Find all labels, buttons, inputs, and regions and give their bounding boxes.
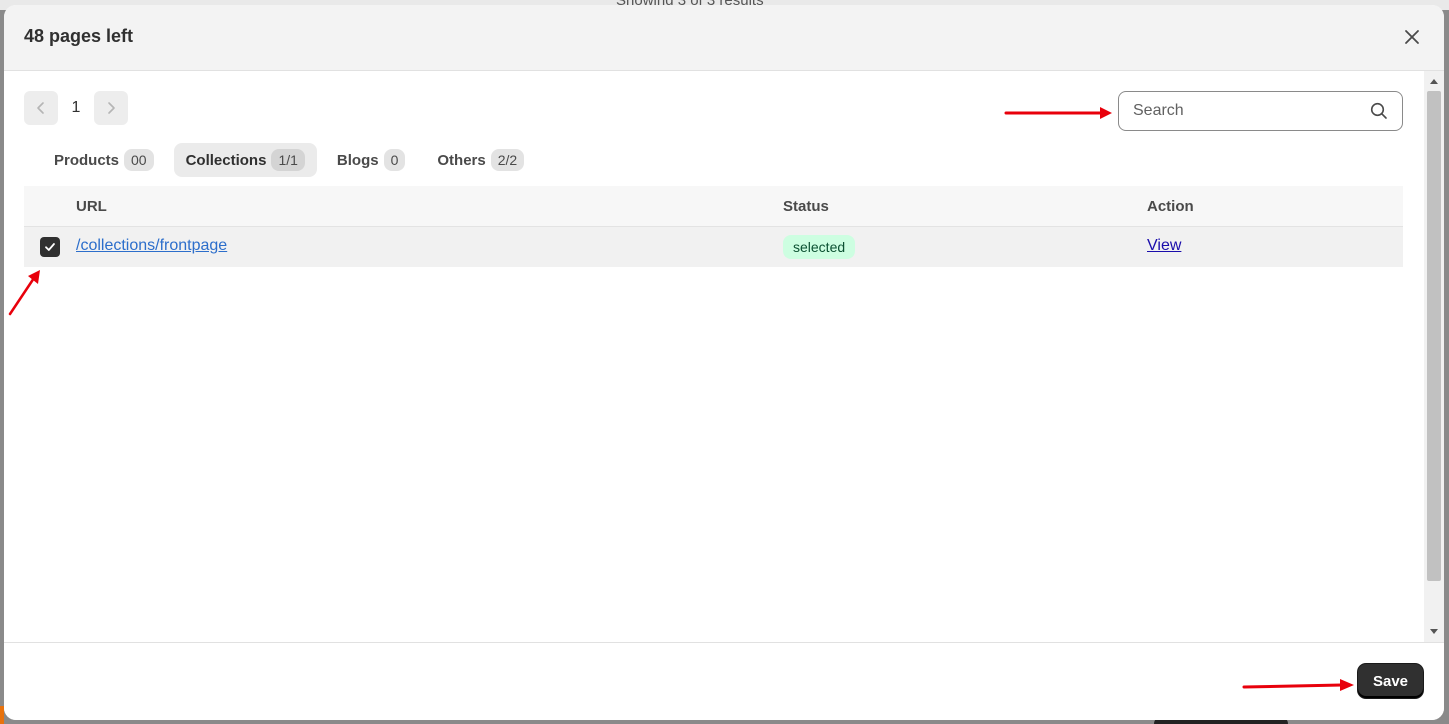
scroll-up-icon[interactable]: [1430, 79, 1438, 84]
scroll-down-icon[interactable]: [1430, 629, 1438, 634]
tab-blogs[interactable]: Blogs 0: [325, 143, 417, 177]
tab-products[interactable]: Products 00: [42, 143, 166, 177]
annotation-arrow-search: [1004, 107, 1112, 119]
search-input[interactable]: [1133, 102, 1370, 120]
search-field[interactable]: [1118, 91, 1403, 131]
current-page-number: 1: [71, 99, 81, 116]
tab-label: Blogs: [336, 151, 379, 169]
tab-count-badge: 00: [124, 149, 154, 171]
tab-label: Products: [54, 151, 120, 169]
table-row: /collections/frontpage selected View: [24, 227, 1403, 267]
tab-label: Others: [437, 151, 486, 169]
tab-others[interactable]: Others 2/2: [425, 143, 536, 177]
column-header-url: URL: [76, 198, 107, 215]
tab-count-badge: 2/2: [490, 149, 525, 171]
modal-header: 48 pages left: [4, 5, 1444, 71]
save-button[interactable]: Save: [1358, 664, 1423, 698]
status-badge: selected: [783, 235, 856, 259]
close-button[interactable]: [1400, 25, 1424, 49]
pages-modal: 48 pages left 1 Search Products 00 Colle…: [4, 5, 1444, 720]
tab-collections[interactable]: Collections 1/1: [173, 143, 317, 177]
search-icon: [1370, 102, 1387, 119]
scrollbar[interactable]: [1424, 71, 1444, 642]
scrollbar-thumb[interactable]: [1427, 91, 1441, 581]
annotation-arrow-checkbox: [8, 270, 40, 316]
column-header-action: Action: [1147, 198, 1194, 215]
table-header: URL Status Action: [24, 186, 1403, 227]
modal-body: 1 Products 00 Collections 1/1: [4, 71, 1444, 642]
row-checkbox[interactable]: [40, 237, 60, 257]
chevron-left-icon: [37, 102, 44, 114]
pages-table: URL Status Action /collections/frontpage…: [24, 186, 1403, 267]
modal-footer: Save: [4, 642, 1444, 720]
tab-count-badge: 0: [383, 149, 406, 171]
tab-count-badge: 1/1: [271, 149, 305, 171]
column-header-status: Status: [783, 198, 829, 215]
close-icon: [1405, 30, 1419, 44]
row-url-link[interactable]: /collections/frontpage: [76, 237, 227, 255]
annotation-arrow-save: [1242, 679, 1354, 691]
tab-bar: Products 00 Collections 1/1 Blogs 0 Othe…: [42, 143, 536, 177]
prev-page-button[interactable]: [24, 91, 58, 125]
row-view-link[interactable]: View: [1147, 237, 1181, 255]
modal-title: 48 pages left: [24, 26, 134, 46]
pagination: 1: [24, 91, 128, 125]
checkmark-icon: [45, 243, 55, 251]
tab-label: Collections: [185, 151, 267, 169]
next-page-button[interactable]: [94, 91, 128, 125]
chevron-right-icon: [108, 102, 115, 114]
